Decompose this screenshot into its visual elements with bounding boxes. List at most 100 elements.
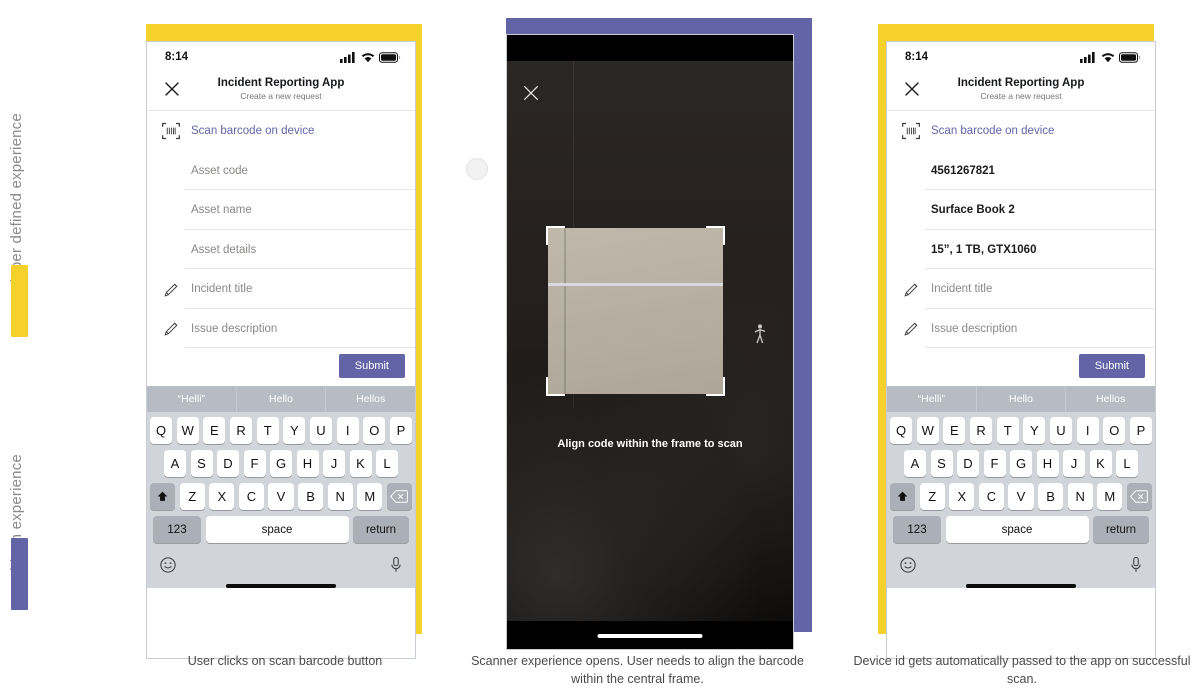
key-p[interactable]: P (1129, 417, 1153, 445)
close-x-icon[interactable] (901, 78, 923, 100)
key-j[interactable]: J (1063, 450, 1085, 478)
form-row-incident-title[interactable]: Incident title (887, 269, 1155, 309)
key-f[interactable]: F (243, 450, 266, 478)
form-row-asset-name[interactable]: Surface Book 2 (887, 190, 1155, 230)
form-row-incident-title[interactable]: Incident title (147, 269, 415, 309)
incident-title-field: Incident title (931, 283, 993, 296)
scan-laser-line (548, 283, 723, 287)
key-u[interactable]: U (309, 417, 333, 445)
space-key[interactable]: space (945, 516, 1089, 544)
suggestion-0[interactable]: “Helli” (147, 386, 236, 412)
key-d[interactable]: D (957, 450, 979, 478)
key-r[interactable]: R (969, 417, 993, 445)
key-s[interactable]: S (930, 450, 953, 478)
key-c[interactable]: C (238, 483, 264, 511)
key-w[interactable]: W (916, 417, 939, 445)
key-c[interactable]: C (978, 483, 1004, 511)
key-x[interactable]: X (949, 483, 975, 511)
close-x-icon[interactable] (521, 83, 541, 103)
form-row-scan-barcode[interactable]: Scan barcode on device (887, 111, 1155, 151)
home-indicator[interactable] (966, 584, 1076, 589)
keyboard-bottom-bar (887, 549, 1155, 578)
key-z[interactable]: Z (919, 483, 945, 511)
suggestion-0[interactable]: “Helli” (887, 386, 976, 412)
suggestion-2[interactable]: Hellos (1065, 386, 1155, 413)
key-r[interactable]: R (229, 417, 253, 445)
key-h[interactable]: H (1036, 450, 1059, 478)
key-y[interactable]: Y (1023, 417, 1046, 445)
return-key[interactable]: return (353, 516, 409, 544)
key-l[interactable]: L (1116, 450, 1138, 478)
key-u[interactable]: U (1049, 417, 1073, 445)
key-v[interactable]: V (1008, 483, 1034, 511)
shift-up-arrow-icon[interactable] (890, 483, 916, 511)
key-s[interactable]: S (190, 450, 213, 478)
shift-up-arrow-icon[interactable] (150, 483, 176, 511)
form-row-asset-name[interactable]: Asset name (147, 190, 415, 230)
key-t[interactable]: T (256, 417, 279, 445)
suggestion-1[interactable]: Hello (235, 386, 326, 413)
key-a[interactable]: A (164, 450, 186, 478)
key-t[interactable]: T (996, 417, 1019, 445)
key-b[interactable]: B (1038, 483, 1064, 511)
backspace-icon[interactable] (386, 483, 412, 511)
form-row-issue-description[interactable]: Issue description (887, 309, 1155, 349)
keyboard-suggestion-bar: “Helli” Hello Hellos (147, 386, 415, 413)
submit-button[interactable]: Submit (338, 354, 405, 379)
close-x-icon[interactable] (161, 78, 183, 100)
key-k[interactable]: K (349, 450, 372, 478)
key-e[interactable]: E (943, 417, 966, 445)
row-divider (185, 347, 415, 349)
key-m[interactable]: M (1097, 483, 1123, 511)
emoji-smiley-icon[interactable] (899, 556, 917, 574)
key-i[interactable]: I (1076, 417, 1099, 445)
key-w[interactable]: W (176, 417, 199, 445)
key-o[interactable]: O (363, 417, 386, 445)
form-row-asset-details[interactable]: Asset details (147, 230, 415, 270)
form-row-issue-description[interactable]: Issue description (147, 309, 415, 349)
key-v[interactable]: V (268, 483, 294, 511)
wifi-icon (361, 52, 375, 62)
key-y[interactable]: Y (283, 417, 306, 445)
key-d[interactable]: D (217, 450, 239, 478)
numeric-key[interactable]: 123 (153, 516, 201, 544)
key-k[interactable]: K (1089, 450, 1112, 478)
key-i[interactable]: I (336, 417, 359, 445)
key-x[interactable]: X (209, 483, 235, 511)
key-l[interactable]: L (376, 450, 398, 478)
key-n[interactable]: N (327, 483, 353, 511)
key-p[interactable]: P (389, 417, 413, 445)
form-row-asset-details[interactable]: 15”, 1 TB, GTX1060 (887, 230, 1155, 270)
return-key[interactable]: return (1093, 516, 1149, 544)
key-h[interactable]: H (296, 450, 319, 478)
key-g[interactable]: G (270, 450, 292, 478)
key-m[interactable]: M (357, 483, 383, 511)
key-f[interactable]: F (983, 450, 1006, 478)
home-indicator[interactable] (226, 584, 336, 589)
key-o[interactable]: O (1103, 417, 1126, 445)
microphone-icon[interactable] (1129, 556, 1143, 574)
suggestion-2[interactable]: Hellos (325, 386, 415, 413)
emoji-smiley-icon[interactable] (159, 556, 177, 574)
submit-button[interactable]: Submit (1078, 354, 1145, 379)
form-row-scan-barcode[interactable]: Scan barcode on device (147, 111, 415, 151)
backspace-icon[interactable] (1126, 483, 1152, 511)
caption-panel-1: User clicks on scan barcode button (187, 654, 383, 668)
key-j[interactable]: J (323, 450, 345, 478)
microphone-icon[interactable] (389, 556, 403, 574)
key-b[interactable]: B (298, 483, 324, 511)
key-g[interactable]: G (1010, 450, 1032, 478)
suggestion-1[interactable]: Hello (975, 386, 1066, 413)
key-e[interactable]: E (203, 417, 226, 445)
key-a[interactable]: A (904, 450, 926, 478)
form-row-asset-code[interactable]: 4561267821 (887, 151, 1155, 191)
space-key[interactable]: space (205, 516, 349, 544)
key-q[interactable]: Q (149, 417, 173, 445)
form-row-asset-code[interactable]: Asset code (147, 151, 415, 191)
key-q[interactable]: Q (889, 417, 913, 445)
page-title: Incident Reporting App (217, 77, 345, 89)
key-n[interactable]: N (1067, 483, 1093, 511)
numeric-key[interactable]: 123 (893, 516, 941, 544)
key-z[interactable]: Z (179, 483, 205, 511)
home-indicator[interactable] (597, 634, 703, 638)
